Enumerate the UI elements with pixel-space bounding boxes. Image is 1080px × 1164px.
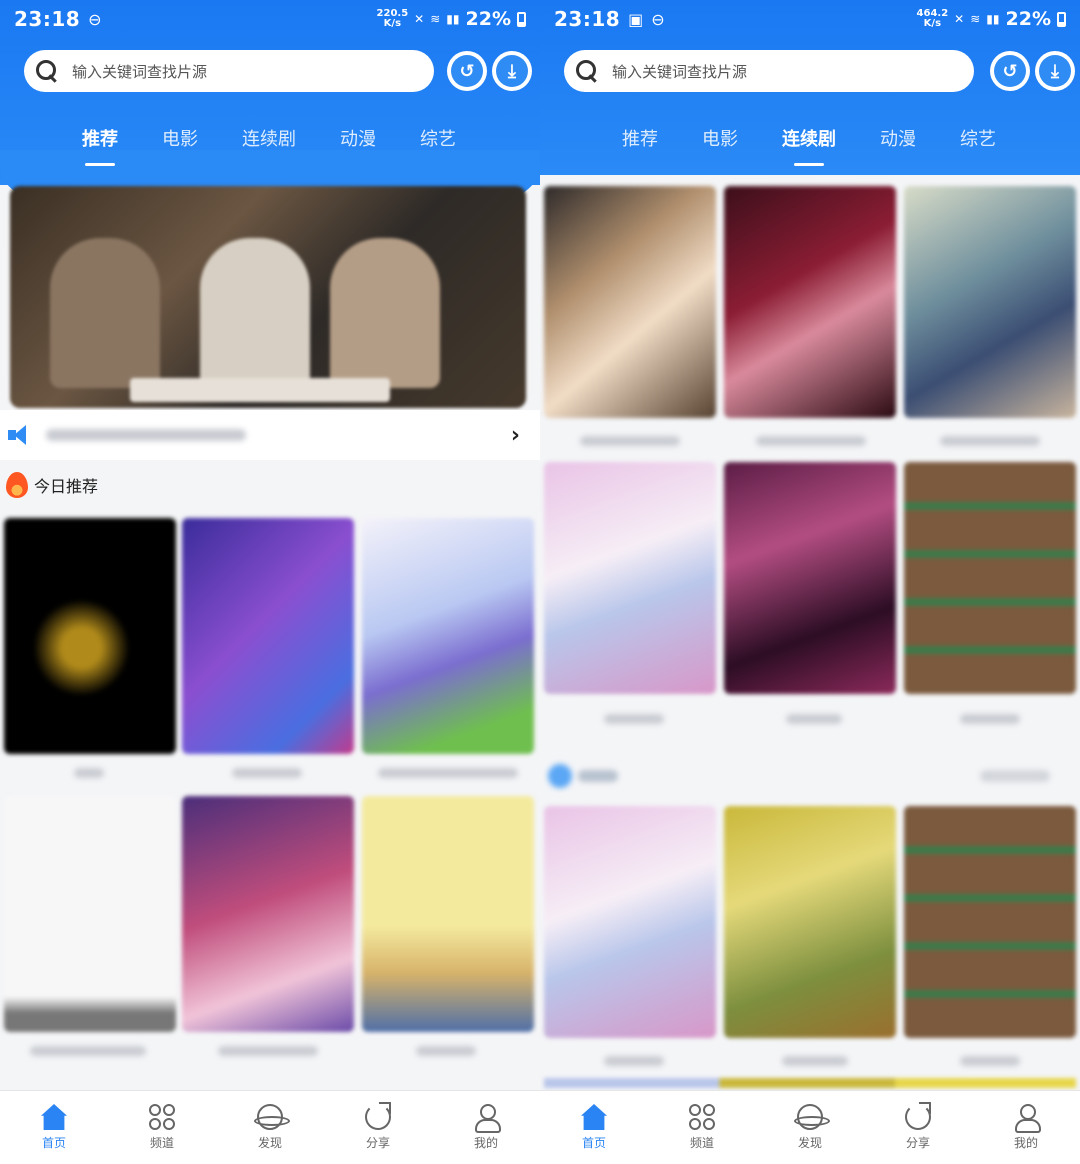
channel-icon xyxy=(689,1104,715,1130)
me-icon xyxy=(473,1104,501,1133)
nav-channel[interactable]: 频道 xyxy=(648,1091,756,1164)
phone-screen-series: 23:18 ▣ ⊖ 464.2 K/s ✕ ≋ ▮▮ 22% 输入关键词查找片源… xyxy=(540,0,1080,1164)
banner-carousel[interactable] xyxy=(10,186,526,408)
share-icon xyxy=(905,1102,931,1130)
video-card[interactable] xyxy=(362,796,534,1032)
nav-discover[interactable]: 发现 xyxy=(756,1091,864,1164)
discover-icon xyxy=(254,1104,290,1130)
discover-icon xyxy=(794,1104,830,1130)
network-speed: 220.5 K/s xyxy=(376,8,409,29)
tab-anime[interactable]: 动漫 xyxy=(318,122,398,158)
tab-recommend[interactable]: 推荐 xyxy=(60,122,140,166)
notice-text xyxy=(46,429,246,441)
status-time: 23:18 xyxy=(14,7,81,31)
tab-movie[interactable]: 电影 xyxy=(140,122,220,158)
nav-me[interactable]: 我的 xyxy=(432,1091,540,1164)
download-button[interactable]: ⤓ xyxy=(492,51,532,91)
channel-icon xyxy=(149,1104,175,1130)
video-card[interactable] xyxy=(182,518,354,754)
gallery-icon: ▣ xyxy=(628,9,644,29)
tab-recommend[interactable]: 推荐 xyxy=(600,122,680,158)
nav-home[interactable]: 首页 xyxy=(540,1091,648,1164)
network-speed: 464.2 K/s xyxy=(916,8,949,29)
history-button[interactable]: ↺ xyxy=(447,51,487,91)
video-card[interactable] xyxy=(724,462,896,694)
category-tabs: 推荐 电影 连续剧 动漫 综艺 xyxy=(600,122,1018,166)
mute-icon: ✕ xyxy=(954,12,965,26)
battery-percent: 22% xyxy=(465,8,511,30)
search-icon xyxy=(36,60,58,82)
video-card[interactable] xyxy=(544,462,716,694)
video-card[interactable] xyxy=(4,518,176,754)
more-link[interactable] xyxy=(980,770,1050,782)
tab-series[interactable]: 连续剧 xyxy=(220,122,318,158)
speaker-icon xyxy=(8,425,34,445)
nav-discover[interactable]: 发现 xyxy=(216,1091,324,1164)
tab-movie[interactable]: 电影 xyxy=(680,122,760,158)
notice-bar[interactable]: › xyxy=(0,410,540,460)
share-icon xyxy=(365,1102,391,1130)
phone-screen-home-recommend: 23:18 ⊖ 220.5 K/s ✕ ≋ ▮▮ 22% 输入关键词查找片源 ↺… xyxy=(0,0,540,1164)
dnd-icon: ⊖ xyxy=(88,9,102,29)
history-button[interactable]: ↺ xyxy=(990,51,1030,91)
dnd-icon: ⊖ xyxy=(651,9,665,29)
nav-home[interactable]: 首页 xyxy=(0,1091,108,1164)
video-card[interactable] xyxy=(182,796,354,1032)
download-icon: ⤓ xyxy=(496,55,528,87)
download-icon: ⤓ xyxy=(1039,55,1071,87)
tab-variety[interactable]: 综艺 xyxy=(398,122,478,158)
video-card[interactable] xyxy=(724,186,896,418)
bottom-nav: 首页 频道 发现 分享 我的 xyxy=(540,1090,1080,1164)
status-bar: 23:18 ▣ ⊖ 464.2 K/s ✕ ≋ ▮▮ 22% xyxy=(540,0,1080,38)
home-icon xyxy=(41,1104,67,1130)
nav-channel[interactable]: 频道 xyxy=(108,1091,216,1164)
signal-icon: ▮▮ xyxy=(446,12,460,26)
me-icon xyxy=(1013,1104,1041,1133)
battery-percent: 22% xyxy=(1005,8,1051,30)
video-card[interactable] xyxy=(4,796,176,1032)
search-icon xyxy=(576,60,598,82)
battery-icon xyxy=(1057,11,1066,27)
section-title-today: 今日推荐 xyxy=(6,472,98,498)
flame-icon xyxy=(6,472,28,498)
battery-icon xyxy=(517,11,526,27)
nav-share[interactable]: 分享 xyxy=(324,1091,432,1164)
search-placeholder: 输入关键词查找片源 xyxy=(612,62,748,81)
wifi-icon: ≋ xyxy=(430,12,441,26)
tab-variety[interactable]: 综艺 xyxy=(938,122,1018,158)
section-title-hot xyxy=(548,762,628,790)
nav-share[interactable]: 分享 xyxy=(864,1091,972,1164)
status-bar: 23:18 ⊖ 220.5 K/s ✕ ≋ ▮▮ 22% xyxy=(0,0,540,38)
home-icon xyxy=(581,1104,607,1130)
tab-series[interactable]: 连续剧 xyxy=(760,122,858,166)
category-tabs: 推荐 电影 连续剧 动漫 综艺 xyxy=(60,122,478,166)
wifi-icon: ≋ xyxy=(970,12,981,26)
history-icon: ↺ xyxy=(451,55,483,87)
video-card[interactable] xyxy=(724,806,896,1038)
video-card[interactable] xyxy=(362,518,534,754)
nav-me[interactable]: 我的 xyxy=(972,1091,1080,1164)
tab-anime[interactable]: 动漫 xyxy=(858,122,938,158)
bottom-nav: 首页 频道 发现 分享 我的 xyxy=(0,1090,540,1164)
search-placeholder: 输入关键词查找片源 xyxy=(72,62,208,81)
search-input[interactable]: 输入关键词查找片源 xyxy=(564,50,974,92)
mute-icon: ✕ xyxy=(414,12,425,26)
section-title-label: 今日推荐 xyxy=(34,477,99,496)
status-time: 23:18 xyxy=(554,7,621,31)
video-card[interactable] xyxy=(544,806,716,1038)
video-card[interactable] xyxy=(904,186,1076,418)
history-icon: ↺ xyxy=(994,55,1026,87)
video-card[interactable] xyxy=(904,462,1076,694)
signal-icon: ▮▮ xyxy=(986,12,1000,26)
video-card[interactable] xyxy=(904,806,1076,1038)
video-card[interactable] xyxy=(544,186,716,418)
download-button[interactable]: ⤓ xyxy=(1035,51,1075,91)
search-input[interactable]: 输入关键词查找片源 xyxy=(24,50,434,92)
chevron-right-icon[interactable]: › xyxy=(511,423,520,448)
